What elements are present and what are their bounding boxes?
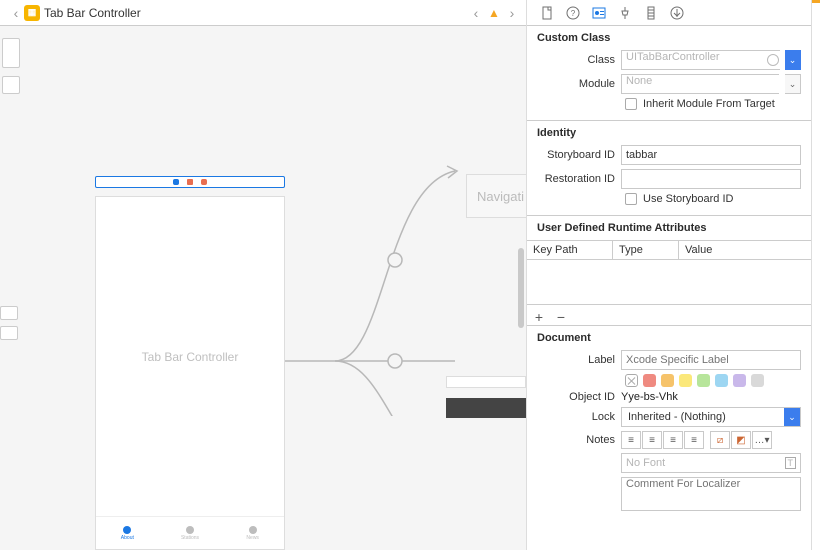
class-field[interactable]: UITabBarController	[621, 50, 780, 70]
scene-thumbnail[interactable]	[0, 326, 18, 340]
custom-class-section: Custom Class Class UITabBarController ⌄ …	[527, 26, 811, 121]
swatch-none[interactable]	[625, 374, 638, 387]
notes-label: Notes	[537, 434, 615, 446]
module-field[interactable]: None	[621, 74, 779, 94]
identity-inspector-icon[interactable]	[591, 5, 607, 21]
scrollbar-thumb[interactable]	[518, 248, 524, 328]
class-jump-icon[interactable]	[767, 54, 779, 66]
module-label: Module	[537, 78, 615, 90]
restoration-id-field[interactable]	[621, 169, 801, 189]
connections-inspector-icon[interactable]	[669, 5, 685, 21]
size-inspector-icon[interactable]	[643, 5, 659, 21]
use-storyboard-id-label: Use Storyboard ID	[643, 193, 733, 205]
label-color-swatches	[625, 374, 801, 387]
selection-dot-icon	[187, 179, 193, 185]
text-color-button[interactable]: ⧄	[710, 431, 730, 449]
font-picker-icon[interactable]: T	[785, 457, 797, 469]
font-field[interactable]: No Font T	[621, 453, 801, 473]
tab-bar-controller-scene[interactable]: Tab Bar Controller About Stations News	[95, 196, 285, 550]
warning-icon[interactable]: ▲	[486, 5, 502, 21]
storyboard-canvas[interactable]: Tab Bar Controller About Stations News	[0, 26, 526, 550]
nav-back-icon[interactable]: ‹	[8, 5, 24, 21]
object-id-value: Yye-bs-Vhk	[621, 391, 678, 403]
section-heading: Document	[537, 332, 801, 344]
selection-dot-icon	[201, 179, 207, 185]
inherit-module-checkbox[interactable]	[625, 98, 637, 110]
attributes-inspector-icon[interactable]	[617, 5, 633, 21]
document-section: Document Label Object ID Yye-bs-Vhk Lo	[527, 326, 811, 525]
doc-label-field[interactable]	[621, 350, 801, 370]
scene-thumbnail[interactable]	[2, 76, 20, 94]
notes-toolbar: ≡ ≡ ≡ ≡ ⧄ ◩ …▾	[621, 431, 801, 449]
swatch-orange[interactable]	[661, 374, 674, 387]
tab-item[interactable]: News	[221, 517, 284, 549]
align-left-button[interactable]: ≡	[621, 431, 641, 449]
breadcrumb-title: Tab Bar Controller	[44, 6, 466, 20]
lock-label: Lock	[537, 411, 615, 423]
accent-strip	[812, 0, 820, 3]
col-value[interactable]: Value	[679, 241, 811, 259]
identity-section: Identity Storyboard ID Restoration ID Us…	[527, 121, 811, 216]
bg-color-button[interactable]: ◩	[731, 431, 751, 449]
file-inspector-icon[interactable]	[539, 5, 555, 21]
tab-item[interactable]: About	[96, 517, 159, 549]
swatch-gray[interactable]	[751, 374, 764, 387]
class-label: Class	[537, 54, 615, 66]
vc-placeholder-label: Tab Bar Controller	[96, 197, 284, 516]
navigation-controller-scene[interactable]: Navigati	[466, 174, 526, 218]
swatch-red[interactable]	[643, 374, 656, 387]
module-dropdown-icon[interactable]: ⌄	[785, 74, 801, 94]
use-storyboard-id-checkbox[interactable]	[625, 193, 637, 205]
chevron-down-icon: ⌄	[784, 408, 800, 426]
section-heading: User Defined Runtime Attributes	[527, 222, 811, 234]
storyboard-id-field[interactable]	[621, 145, 801, 165]
scene-fragment[interactable]	[446, 376, 526, 388]
swatch-blue[interactable]	[715, 374, 728, 387]
notes-more-button[interactable]: …▾	[752, 431, 772, 449]
help-inspector-icon[interactable]: ?	[565, 5, 581, 21]
breadcrumb-bar: ‹ ▦ Tab Bar Controller ‹ ▲ ›	[0, 0, 526, 26]
class-dropdown-icon[interactable]: ⌄	[785, 50, 801, 70]
add-attribute-button[interactable]: +	[533, 309, 545, 325]
udra-table-header: Key Path Type Value	[527, 240, 811, 260]
tab-bar: About Stations News	[96, 516, 284, 549]
section-heading: Custom Class	[537, 32, 801, 44]
selection-dot-icon	[173, 179, 179, 185]
svg-text:?: ?	[571, 9, 576, 18]
restoration-id-label: Restoration ID	[537, 173, 615, 185]
nav-bar-preview: Navigati	[466, 174, 526, 218]
remove-attribute-button[interactable]: −	[555, 309, 567, 325]
object-id-label: Object ID	[537, 391, 615, 403]
scene-fragment[interactable]	[446, 398, 526, 418]
tab-item[interactable]: Stations	[159, 517, 222, 549]
storyboard-doc-icon: ▦	[24, 5, 40, 21]
lock-select[interactable]: Inherited - (Nothing) ⌄	[621, 407, 801, 427]
swatch-purple[interactable]	[733, 374, 746, 387]
udra-table-body[interactable]	[527, 260, 811, 304]
udra-section: User Defined Runtime Attributes Key Path…	[527, 216, 811, 326]
swatch-green[interactable]	[697, 374, 710, 387]
nav-prev-icon[interactable]: ‹	[468, 5, 484, 21]
inspector-toolbar: ?	[527, 0, 811, 26]
nav-next-icon[interactable]: ›	[504, 5, 520, 21]
section-heading: Identity	[537, 127, 801, 139]
align-center-button[interactable]: ≡	[642, 431, 662, 449]
scene-thumbnail[interactable]	[2, 38, 20, 68]
storyboard-id-label: Storyboard ID	[537, 149, 615, 161]
inherit-module-label: Inherit Module From Target	[643, 98, 775, 110]
scene-selection-bar[interactable]	[95, 176, 285, 188]
col-key-path[interactable]: Key Path	[527, 241, 613, 259]
align-right-button[interactable]: ≡	[663, 431, 683, 449]
scene-thumbnail[interactable]	[0, 306, 18, 320]
align-justify-button[interactable]: ≡	[684, 431, 704, 449]
col-type[interactable]: Type	[613, 241, 679, 259]
localizer-comment-field[interactable]	[621, 477, 801, 511]
doc-label-label: Label	[537, 354, 615, 366]
swatch-yellow[interactable]	[679, 374, 692, 387]
inspector-panel: ? Custom Class Class UITabBarController …	[527, 0, 812, 550]
